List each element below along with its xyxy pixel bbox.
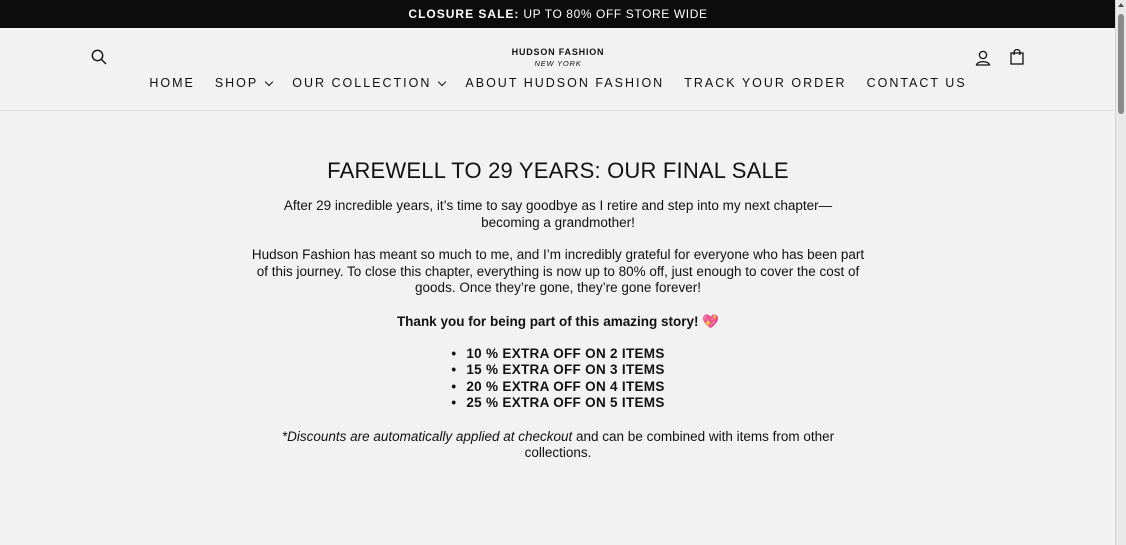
bag-icon[interactable]	[1006, 46, 1028, 68]
thanks-line: Thank you for being part of this amazing…	[0, 314, 1116, 330]
scrollbar-thumb[interactable]	[1118, 14, 1124, 114]
page-title: FAREWELL TO 29 YEARS: OUR FINAL SALE	[327, 158, 789, 183]
nav-contact-label: CONTACT US	[866, 76, 967, 90]
announcement-bar[interactable]: CLOSURE SALE: UP TO 80% OFF STORE WIDE	[0, 0, 1116, 28]
site-header: HUDSON FASHION NEW YORK HOME SHOP OUR CO…	[0, 28, 1116, 111]
scroll-up-icon[interactable]	[1118, 3, 1124, 7]
nav-contact[interactable]: CONTACT US	[867, 76, 967, 90]
announcement-text: UP TO 80% OFF STORE WIDE	[523, 7, 708, 21]
chevron-down-icon	[265, 77, 274, 86]
nav-home[interactable]: HOME	[149, 76, 195, 90]
discount-note-rest: and can be combined with items from othe…	[524, 428, 835, 461]
chevron-down-icon	[438, 77, 447, 86]
nav-shop-label: SHOP	[214, 76, 259, 90]
bag-icon-svg	[1010, 49, 1024, 65]
page: CLOSURE SALE: UP TO 80% OFF STORE WIDE H…	[0, 0, 1116, 545]
announcement-bold: CLOSURE SALE:	[408, 7, 520, 21]
nav-home-label: HOME	[149, 76, 195, 90]
intro-paragraph: After 29 incredible years, it’s time to …	[283, 198, 833, 230]
discount-note: *Discounts are automatically applied at …	[263, 429, 853, 462]
offer-item: 15 % EXTRA OFF ON 3 ITEMS	[0, 362, 1116, 379]
story-paragraph: Hudson Fashion has meant so much to me, …	[251, 247, 865, 295]
user-icon[interactable]	[972, 47, 994, 69]
nav-shop[interactable]: SHOP	[214, 76, 274, 90]
nav-about[interactable]: ABOUT HUDSON FASHION	[465, 76, 664, 90]
offer-item: 25 % EXTRA OFF ON 5 ITEMS	[0, 395, 1116, 412]
heart-icon: 💖	[702, 313, 720, 329]
main-nav: HOME SHOP OUR COLLECTION ABOUT HUDSON FA…	[0, 76, 1116, 90]
nav-collection-label: OUR COLLECTION	[292, 76, 432, 90]
nav-track-order[interactable]: TRACK YOUR ORDER	[684, 76, 846, 90]
offers-list: 10 % EXTRA OFF ON 2 ITEMS 15 % EXTRA OFF…	[0, 346, 1116, 412]
nav-about-label: ABOUT HUDSON FASHION	[465, 76, 665, 90]
logo-name: HUDSON FASHION	[511, 47, 605, 57]
offer-item: 10 % EXTRA OFF ON 2 ITEMS	[0, 346, 1116, 363]
nav-track-label: TRACK YOUR ORDER	[684, 76, 847, 90]
main-content: FAREWELL TO 29 YEARS: OUR FINAL SALE Aft…	[0, 158, 1116, 462]
thanks-text: Thank you for being part of this amazing…	[396, 313, 699, 329]
scrollbar[interactable]	[1115, 0, 1126, 545]
site-logo[interactable]: HUDSON FASHION NEW YORK	[0, 47, 1116, 68]
logo-subtitle: NEW YORK	[534, 59, 582, 68]
discount-note-italic: *Discounts are automatically applied at …	[281, 428, 573, 444]
user-icon-svg	[975, 50, 991, 66]
offer-item: 20 % EXTRA OFF ON 4 ITEMS	[0, 379, 1116, 396]
nav-our-collection[interactable]: OUR COLLECTION	[292, 76, 447, 90]
